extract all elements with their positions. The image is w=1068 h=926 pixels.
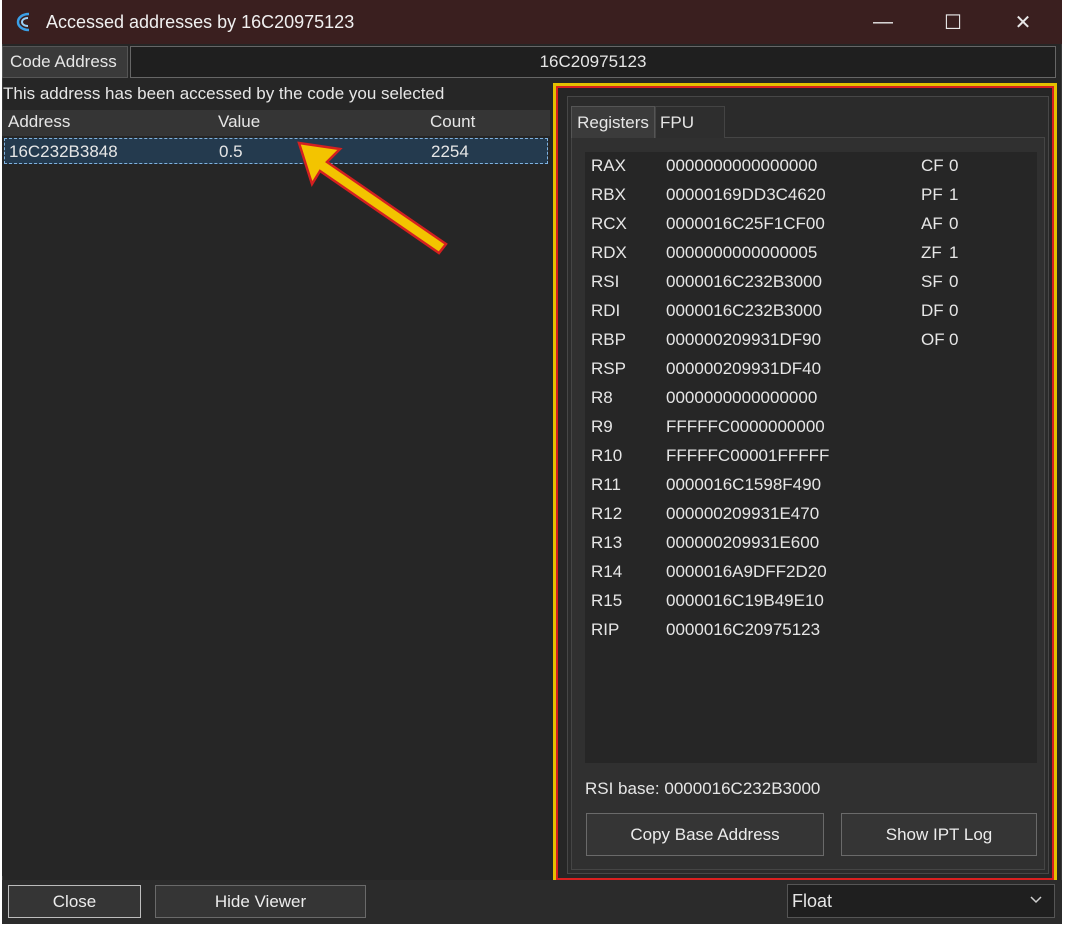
row-count: 2254 — [431, 142, 469, 161]
table-row[interactable]: 16C232B3848 0.5 2254 — [4, 138, 548, 164]
address-list[interactable]: 16C232B3848 0.5 2254 — [2, 136, 550, 876]
column-header-value[interactable]: Value — [218, 112, 260, 132]
value-type-select[interactable]: Float — [787, 884, 1055, 918]
hide-viewer-button[interactable]: Hide Viewer — [155, 885, 366, 918]
highlight-box-inner — [556, 86, 1054, 880]
cheat-engine-app-icon — [16, 12, 30, 32]
code-address-label: Code Address — [2, 46, 128, 78]
minimize-button[interactable]: — — [848, 0, 918, 44]
code-address-field[interactable]: 16C20975123 — [130, 46, 1056, 78]
column-header-address[interactable]: Address — [8, 112, 70, 132]
column-header-count[interactable]: Count — [430, 112, 475, 132]
row-value: 0.5 — [219, 142, 243, 161]
highlight-box — [553, 83, 1057, 883]
close-button[interactable]: Close — [8, 885, 141, 918]
row-address: 16C232B3848 — [9, 142, 118, 161]
chevron-down-icon — [1030, 896, 1042, 904]
close-window-button[interactable]: ✕ — [988, 0, 1058, 44]
close-icon: ✕ — [1014, 11, 1032, 34]
minimize-icon: — — [873, 10, 893, 33]
maximize-button[interactable]: ☐ — [918, 0, 988, 44]
address-list-header: Address Value Count — [2, 110, 550, 137]
info-text: This address has been accessed by the co… — [3, 84, 445, 103]
value-type-selected: Float — [792, 890, 833, 911]
window-title: Accessed addresses by 16C20975123 — [46, 11, 355, 32]
maximize-icon: ☐ — [944, 11, 962, 34]
